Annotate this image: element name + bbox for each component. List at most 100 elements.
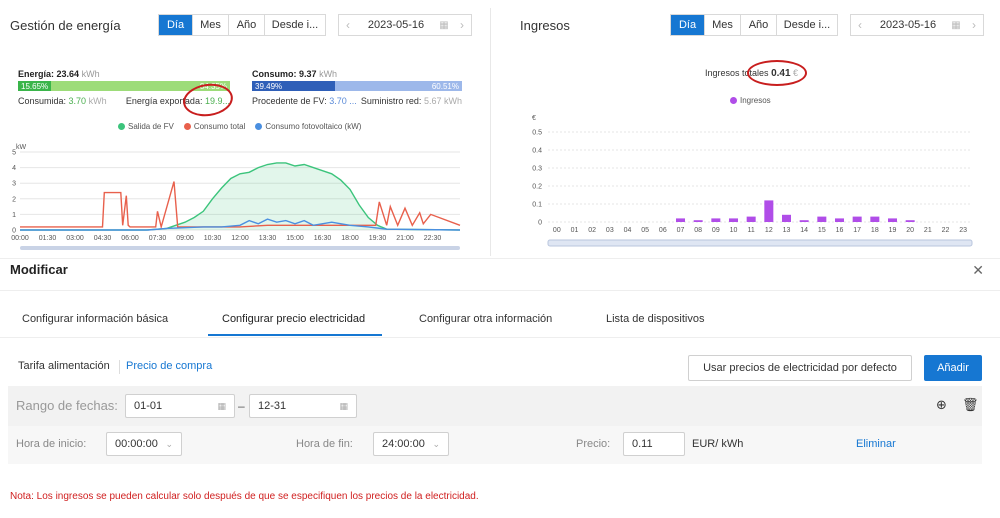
chevron-left-icon[interactable]: ‹ [851,18,869,32]
ingresos-date-picker[interactable]: ‹ 2023-05-16 ▦ › [850,14,984,36]
tab-device-list[interactable]: Lista de dispositivos [606,313,704,325]
energia-bar-left-label: 15.65% [21,81,49,91]
bar [711,218,721,222]
bar [905,220,915,222]
subtab-purchase-price[interactable]: Precio de compra [126,360,212,372]
ingresos-panel: Ingresos Día Mes Año Desde i... ‹ 2023-0… [510,0,1000,258]
legend-item-ingresos[interactable]: Ingresos [730,96,771,105]
x-tick-label: 14 [800,227,808,234]
legend-dot [255,123,263,131]
price-unit: EUR/ kWh [692,438,744,450]
ingresos-tab-day[interactable]: Día [671,15,705,35]
bar [888,218,897,222]
energy-line-chart: kW 0 1 2 3 4 5 00:00 01:30 03:00 04:30 06:00 07:30 09… [11,144,461,250]
chevron-right-icon[interactable]: › [453,18,471,32]
x-tick-label: 21:00 [396,235,414,242]
legend-dot [730,97,737,105]
modal-header-divider [0,290,1000,291]
energy-legend: Salida de FV Consumo total Consumo fotov… [118,122,361,131]
energia-unit: kWh [81,69,100,79]
energy-tab-month[interactable]: Mes [193,15,229,35]
x-tick-label: 18:00 [341,235,359,242]
energy-period-selector: Día Mes Año Desde i... [158,14,326,36]
x-tick-label: 12:00 [231,235,249,242]
pv-output-area [20,162,460,230]
x-tick-label: 06:00 [121,235,139,242]
suministro-value: 5.67 [423,96,442,106]
energy-tab-year[interactable]: Año [229,15,265,35]
default-prices-button[interactable]: Usar precios de electricidad por defecto [688,355,912,381]
end-time-select[interactable]: 24:00:00 ⌄ [373,432,449,456]
bar [729,218,738,222]
y-tick-label: 4 [12,165,16,172]
x-tick-label: 08 [694,227,702,234]
y-tick-label: 1 [12,212,16,219]
x-tick-label: 06 [659,227,667,234]
price-input[interactable]: 0.11 [623,432,685,456]
bar [764,200,774,222]
delete-link[interactable]: Eliminar [856,438,896,450]
bar [746,216,756,222]
ingresos-bar-chart: €0 0.1 0.2 0.3 0.4 0.5 00 01 02 03 04 05 06 07 08 09 10 1… [532,115,973,247]
consumo-value: 9.37 [299,69,317,79]
consumo-bar-right-label: 60.51% [431,81,459,91]
x-tick-label: 10 [730,227,738,234]
subtab-feed-tariff[interactable]: Tarifa alimentación [18,360,110,372]
modal-tabs: Configurar información básica Configurar… [0,306,1000,338]
legend-item-pv-output[interactable]: Salida de FV [118,122,174,131]
x-tick-label: 18 [871,227,879,234]
energy-tab-since[interactable]: Desde i... [265,15,325,35]
ingresos-tab-since[interactable]: Desde i... [777,15,837,35]
date-to-input[interactable]: 12-31 ▦ [249,394,357,418]
y-tick-label: 0.3 [532,166,542,173]
ingresos-period-selector: Día Mes Año Desde i... [670,14,838,36]
energy-tab-day[interactable]: Día [159,15,193,35]
trash-icon[interactable]: 🗑 [962,397,979,413]
add-button[interactable]: Añadir [924,355,982,381]
x-tick-label: 22 [942,227,950,234]
consumo-bar-left-label: 39.49% [255,81,283,91]
ingresos-tab-month[interactable]: Mes [705,15,741,35]
consumo-unit: kWh [319,69,338,79]
energy-panel: Gestión de energía Día Mes Año Desde i..… [0,0,488,258]
x-tick-label: 00:00 [11,235,29,242]
x-tick-label: 07:30 [149,235,167,242]
x-tick-label: 13:30 [259,235,277,242]
energy-date-picker[interactable]: ‹ 2023-05-16 ▦ › [338,14,472,36]
zoom-scrollbar [547,239,973,247]
chevron-left-icon[interactable]: ‹ [339,18,357,32]
date-from-input[interactable]: 01-01 ▦ [125,394,235,418]
x-tick-label: 17 [853,227,861,234]
calendar-icon: ▦ [339,400,348,411]
energia-bar-consumed: 15.65% [18,81,52,91]
legend-item-total-consumption[interactable]: Consumo total [183,122,245,131]
legend-item-pv-consumption[interactable]: Consumo fotovoltaico (kW) [255,122,361,131]
x-tick-label: 23 [959,227,967,234]
x-tick-label: 16:30 [314,235,332,242]
start-time-select[interactable]: 00:00:00 ⌄ [106,432,182,456]
x-tick-label: 19:30 [369,235,387,242]
x-tick-label: 21 [924,227,932,234]
consumida-stat: Consumida: 3.70 kWh [18,96,107,106]
ingresos-title: Ingresos [520,18,570,33]
calendar-icon: ▦ [951,19,961,31]
x-tick-label: 19 [889,227,897,234]
tab-basic-info[interactable]: Configurar información básica [22,313,168,325]
add-circle-icon[interactable]: ⊕ [936,397,947,413]
price-note: Nota: Los ingresos se pueden calcular so… [10,491,479,502]
x-tick-label: 03:00 [66,235,84,242]
annotation-circle [747,60,807,86]
close-icon[interactable]: ✕ [972,262,984,279]
tab-other-info[interactable]: Configurar otra información [419,313,552,325]
chevron-right-icon[interactable]: › [965,18,983,32]
bar [693,220,703,222]
ingresos-tab-year[interactable]: Año [741,15,777,35]
procedente-value: 3.70 ... [329,96,357,106]
x-tick-label: 09 [712,227,720,234]
bar [852,216,862,222]
energy-date-value: 2023-05-16 [367,19,425,31]
x-tick-label: 05 [641,227,649,234]
x-tick-label: 13 [783,227,791,234]
tab-electricity-price[interactable]: Configurar precio electricidad [222,313,365,325]
x-tick-label: 22:30 [424,235,442,242]
